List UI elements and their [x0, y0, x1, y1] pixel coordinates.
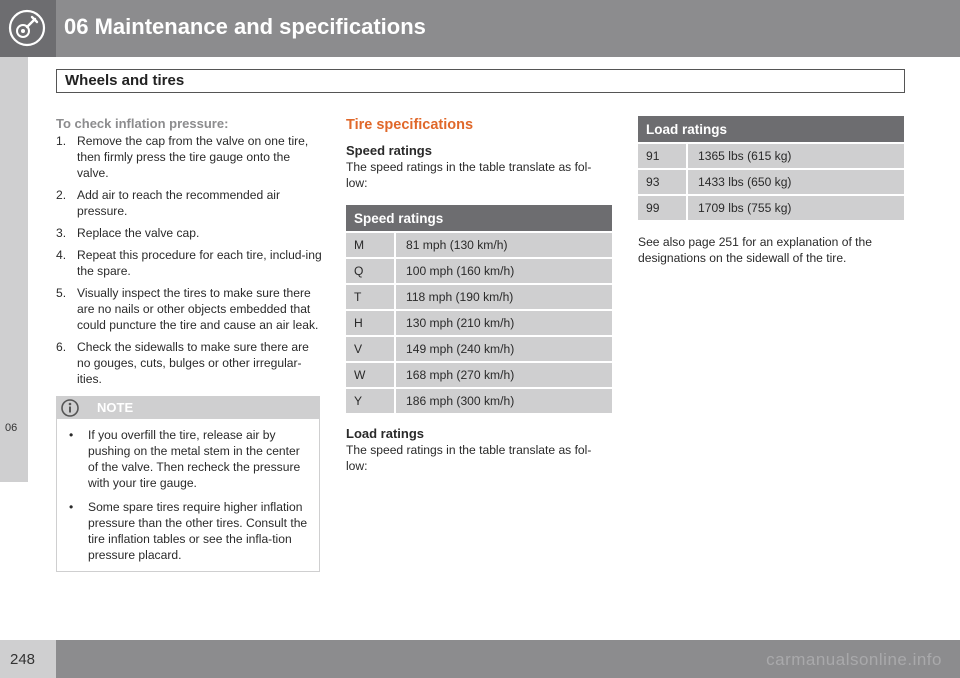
section-bar: Wheels and tires [56, 69, 905, 93]
chapter-header: 06 Maintenance and specifications [0, 0, 960, 57]
column-inflation-check: To check inflation pressure: 1. Remove th… [56, 116, 322, 572]
chapter-title: 06 Maintenance and specifications [64, 14, 426, 39]
step-number: 4. [56, 248, 67, 262]
rating-value: 100 mph (160 km/h) [395, 257, 612, 284]
watermark: carmanualsonline.info [766, 650, 942, 669]
page-number: 248 [10, 651, 36, 668]
info-icon [61, 399, 79, 417]
step-text: Add air to reach the recommended air pre… [77, 188, 281, 218]
step-number: 6. [56, 340, 67, 354]
speed-table-title: Speed ratings [346, 205, 612, 232]
bullet-icon: • [69, 428, 74, 442]
table-row: W 168 mph (270 km/h) [346, 361, 612, 388]
rating-code: T [346, 283, 396, 310]
table-row: 93 1433 lbs (650 kg) [638, 168, 904, 195]
tire-specifications-heading: Tire specifications [346, 117, 474, 133]
table-row: M 81 mph (130 km/h) [346, 231, 612, 258]
step-number: 5. [56, 286, 67, 300]
rating-value: 186 mph (300 km/h) [395, 387, 612, 413]
table-row: H 130 mph (210 km/h) [346, 309, 612, 336]
rating-code: V [346, 335, 396, 362]
note-label: NOTE [97, 400, 134, 415]
rating-code: Q [346, 257, 396, 284]
step-text: Replace the valve cap. [77, 226, 200, 240]
load-table-title: Load ratings [638, 116, 904, 143]
rating-value: 130 mph (210 km/h) [395, 309, 612, 336]
step-number: 1. [56, 134, 67, 148]
rating-code: 93 [638, 168, 688, 195]
table-row: V 149 mph (240 km/h) [346, 335, 612, 362]
rating-value: 118 mph (190 km/h) [395, 283, 612, 310]
rating-code: Y [346, 387, 396, 413]
rating-value: 1709 lbs (755 kg) [687, 194, 904, 220]
inflation-steps-list: 1. Remove the cap from the valve on one t… [56, 133, 322, 387]
step-text: Check the sidewalls to make sure there a… [77, 340, 309, 386]
list-item: • Some spare tires require higher inflati… [57, 499, 319, 563]
column-load-ratings: Load ratings 91 1365 lbs (615 kg) 93 1433 … [638, 116, 904, 266]
table-row: 91 1365 lbs (615 kg) [638, 142, 904, 169]
speed-ratings-intro: The speed ratings in the table translate… [346, 160, 592, 190]
speed-ratings-table: Speed ratings M 81 mph (130 km/h) Q 100 mp… [346, 205, 612, 413]
list-item: 5. Visually inspect the tires to make sur… [56, 285, 322, 333]
table-row: Y 186 mph (300 km/h) [346, 387, 612, 413]
table-row: 99 1709 lbs (755 kg) [638, 194, 904, 220]
list-item: • If you overfill the tire, release air b… [57, 427, 319, 491]
load-ratings-subhead: Load ratings [346, 426, 425, 441]
section-title: Wheels and tires [65, 72, 185, 89]
list-item: 4. Repeat this procedure for each tire, i… [56, 247, 322, 279]
rating-value: 1433 lbs (650 kg) [687, 168, 904, 195]
step-number: 3. [56, 226, 67, 240]
rating-code: 91 [638, 142, 688, 169]
bullet-icon: • [69, 500, 74, 514]
wrench-gear-icon [8, 9, 46, 47]
rating-code: H [346, 309, 396, 336]
step-number: 2. [56, 188, 67, 202]
chapter-side-tab: 06 [0, 57, 28, 482]
chapter-icon-box [0, 0, 56, 57]
step-text: Repeat this procedure for each tire, inc… [77, 248, 322, 278]
note-box: NOTE • If you overfill the tire, release … [56, 396, 320, 572]
rating-value: 81 mph (130 km/h) [395, 231, 612, 258]
see-also-text: See also page 251 for an explanation of … [638, 235, 872, 265]
page-footer: 248 carmanualsonline.info [0, 640, 960, 678]
table-row: T 118 mph (190 km/h) [346, 283, 612, 310]
speed-ratings-subhead: Speed ratings [346, 143, 432, 158]
rating-value: 149 mph (240 km/h) [395, 335, 612, 362]
step-text: Visually inspect the tires to make sure … [77, 286, 319, 332]
load-ratings-intro: The speed ratings in the table translate… [346, 443, 592, 473]
list-item: 1. Remove the cap from the valve on one t… [56, 133, 322, 181]
list-item: 6. Check the sidewalls to make sure there… [56, 339, 322, 387]
rating-code: W [346, 361, 396, 388]
table-row: Q 100 mph (160 km/h) [346, 257, 612, 284]
page-number-box: 248 [0, 640, 56, 678]
rating-value: 1365 lbs (615 kg) [687, 142, 904, 169]
note-header: NOTE [57, 397, 319, 419]
rating-value: 168 mph (270 km/h) [395, 361, 612, 388]
list-item: 3. Replace the valve cap. [56, 225, 322, 241]
rating-code: M [346, 231, 396, 258]
load-ratings-table: Load ratings 91 1365 lbs (615 kg) 93 1433 … [638, 116, 904, 220]
inflation-check-heading: To check inflation pressure: [56, 116, 229, 131]
side-tab-label: 06 [5, 422, 18, 434]
note-text: If you overfill the tire, release air by… [88, 428, 301, 490]
rating-code: 99 [638, 194, 688, 220]
step-text: Remove the cap from the valve on one tir… [77, 134, 309, 180]
note-text: Some spare tires require higher inflatio… [88, 500, 308, 562]
list-item: 2. Add air to reach the recommended air p… [56, 187, 322, 219]
column-tire-specifications: Tire specifications Speed ratings The sp… [346, 116, 612, 474]
